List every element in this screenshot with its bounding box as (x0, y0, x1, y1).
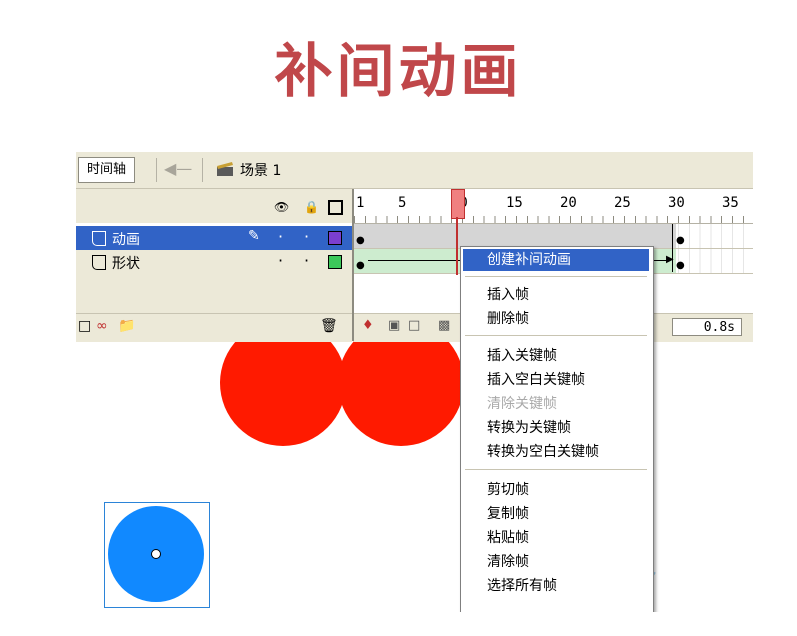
menu-separator (465, 469, 647, 470)
registration-point (151, 549, 161, 559)
add-motion-guide-icon[interactable]: ∞ (96, 318, 108, 334)
layer-footer: □ ∞ 📁 🗑 (76, 313, 352, 342)
outline-icon[interactable] (328, 200, 343, 215)
layer-list-empty-area (76, 273, 352, 313)
menu-select-all-frames[interactable]: 选择所有帧 (463, 575, 649, 597)
menu-insert-frame[interactable]: 插入帧 (463, 284, 649, 306)
toolbar-separator (202, 158, 203, 182)
ruler-ticks (354, 216, 753, 223)
frame-span-animation[interactable] (354, 224, 676, 248)
eye-icon[interactable]: 👁 (274, 200, 289, 214)
context-menu: 创建补间动画 插入帧 删除帧 插入关键帧 插入空白关键帧 清除关键帧 转换为关键… (460, 246, 654, 612)
layer-icon (92, 231, 106, 246)
arrow-left-icon[interactable]: ◀— (164, 159, 192, 178)
scene-label[interactable]: 场景 1 (240, 160, 281, 180)
menu-separator (465, 335, 647, 336)
layer-row-shape[interactable]: 形状 · · (76, 250, 352, 275)
timeline-toggle-button[interactable]: 时间轴 (78, 157, 136, 183)
toolbar-separator (156, 158, 157, 182)
center-frame-icon[interactable]: ♦ (362, 318, 374, 333)
layer-row-animation[interactable]: 动画 ✎ · · (76, 226, 352, 250)
visibility-dot[interactable]: · (278, 227, 283, 246)
menu-insert-blank-keyframe[interactable]: 插入空白关键帧 (463, 369, 649, 391)
ruler-label: 25 (614, 195, 631, 211)
onion-outline-icon[interactable]: □ (408, 318, 420, 333)
menu-create-motion-tween[interactable]: 创建补间动画 (463, 249, 649, 271)
keyframe-dot[interactable]: ● (356, 260, 365, 271)
menu-remove-frames[interactable]: 删除帧 (463, 308, 649, 330)
frame-ruler[interactable]: 1 5 10 15 20 25 30 35 (354, 189, 753, 224)
onion-skin-icon[interactable]: ▣ (388, 318, 400, 333)
keyframe-dot[interactable]: ● (676, 235, 685, 246)
elapsed-time: 0.8s (672, 318, 742, 336)
edit-multiple-icon[interactable]: ▩ (438, 318, 450, 333)
menu-cut-frames[interactable]: 剪切帧 (463, 479, 649, 501)
layer-header: 👁 🔒 (76, 189, 352, 223)
ruler-label: 1 (356, 195, 365, 211)
timeline-toolbar: 时间轴 ◀— 场景 1 (76, 152, 753, 189)
menu-separator (465, 276, 647, 277)
lock-dot[interactable]: · (304, 227, 309, 246)
ruler-label: 30 (668, 195, 685, 211)
menu-clear-frames[interactable]: 清除帧 (463, 551, 649, 573)
menu-insert-keyframe[interactable]: 插入关键帧 (463, 345, 649, 367)
menu-convert-to-keyframes[interactable]: 转换为关键帧 (463, 417, 649, 439)
ruler-label: 15 (506, 195, 523, 211)
insert-layer-icon[interactable]: □ (78, 318, 91, 334)
layer-icon (92, 255, 106, 270)
insert-folder-icon[interactable]: 📁 (118, 318, 135, 334)
menu-copy-frames[interactable]: 复制帧 (463, 503, 649, 525)
layer-name: 动画 (112, 232, 140, 248)
ruler-label: 35 (722, 195, 739, 211)
playhead[interactable] (451, 189, 465, 219)
delete-layer-icon[interactable]: 🗑 (320, 318, 338, 334)
clapperboard-icon (217, 162, 233, 176)
slide-title: 补间动画 (274, 37, 523, 105)
flash-timeline-screenshot: 时间轴 ◀— 场景 1 👁 🔒 动画 ✎ · · 形状 · · □ ∞ 📁 🗑 (76, 152, 753, 612)
menu-paste-frames[interactable]: 粘贴帧 (463, 527, 649, 549)
keyframe-dot[interactable]: ● (356, 235, 365, 246)
menu-clear-keyframe: 清除关键帧 (487, 396, 557, 412)
layer-color-swatch[interactable] (328, 231, 342, 245)
playhead-line (456, 217, 458, 275)
layer-color-swatch[interactable] (328, 255, 342, 269)
visibility-dot[interactable]: · (278, 251, 283, 270)
layer-name: 形状 (112, 256, 140, 272)
ruler-label: 20 (560, 195, 577, 211)
pencil-icon: ✎ (248, 228, 260, 244)
lock-dot[interactable]: · (304, 251, 309, 270)
menu-convert-to-blank-keyframes[interactable]: 转换为空白关键帧 (463, 441, 649, 463)
lock-icon[interactable]: 🔒 (304, 200, 319, 214)
ruler-label: 5 (398, 195, 407, 211)
keyframe-dot[interactable]: ● (676, 260, 685, 271)
